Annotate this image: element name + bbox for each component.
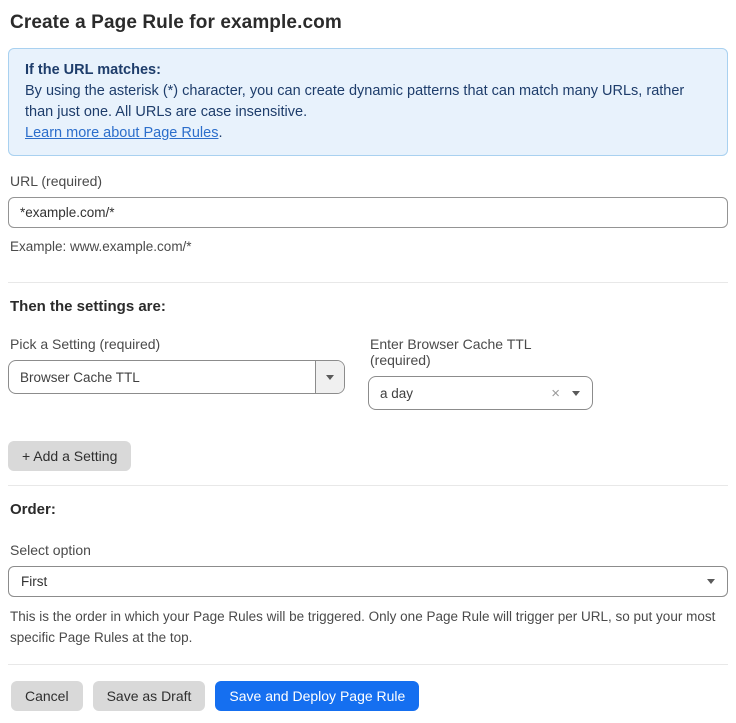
footer-buttons: Cancel Save as Draft Save and Deploy Pag… [8,681,728,711]
order-help-text: This is the order in which your Page Rul… [10,606,726,648]
order-section-heading: Order: [10,501,726,518]
add-setting-button[interactable]: + Add a Setting [8,441,131,471]
cancel-button[interactable]: Cancel [11,681,83,711]
url-field-label: URL (required) [10,173,726,189]
info-box-link-line: Learn more about Page Rules. [25,123,711,144]
ttl-picker-dropdown[interactable]: a day × [368,376,593,410]
divider-settings [8,282,728,283]
save-as-draft-button[interactable]: Save as Draft [93,681,206,711]
divider-footer [8,664,728,665]
learn-more-link[interactable]: Learn more about Page Rules [25,125,218,141]
setting-picker-value: Browser Cache TTL [9,361,315,393]
ttl-picker-value: a day [369,377,551,409]
settings-row: Pick a Setting (required) Browser Cache … [8,336,728,410]
setting-picker-label: Pick a Setting (required) [10,336,343,352]
page-title: Create a Page Rule for example.com [10,12,726,34]
url-match-info-box: If the URL matches: By using the asteris… [8,48,728,156]
link-suffix: . [218,125,222,141]
info-box-body: By using the asterisk (*) character, you… [25,81,711,123]
chevron-down-icon [326,375,334,380]
chevron-down-icon [707,579,715,584]
order-select-value: First [21,574,47,589]
order-select-label: Select option [10,542,726,558]
url-input[interactable] [8,197,728,228]
divider-order [8,485,728,486]
setting-picker-arrow-button[interactable] [315,361,344,393]
create-page-rule-panel: Create a Page Rule for example.com If th… [0,0,736,723]
ttl-picker-label: Enter Browser Cache TTL (required) [370,336,591,368]
settings-section-heading: Then the settings are: [10,298,726,315]
setting-picker-column: Pick a Setting (required) Browser Cache … [8,336,345,410]
save-and-deploy-button[interactable]: Save and Deploy Page Rule [215,681,419,711]
url-example-hint: Example: www.example.com/* [10,236,726,257]
info-box-heading: If the URL matches: [25,60,711,81]
clear-icon[interactable]: × [551,386,560,401]
setting-picker-dropdown[interactable]: Browser Cache TTL [8,360,345,394]
order-select[interactable]: First [8,566,728,597]
ttl-picker-controls: × [551,377,592,409]
chevron-down-icon[interactable] [572,391,580,396]
ttl-picker-column: Enter Browser Cache TTL (required) a day… [368,336,593,410]
